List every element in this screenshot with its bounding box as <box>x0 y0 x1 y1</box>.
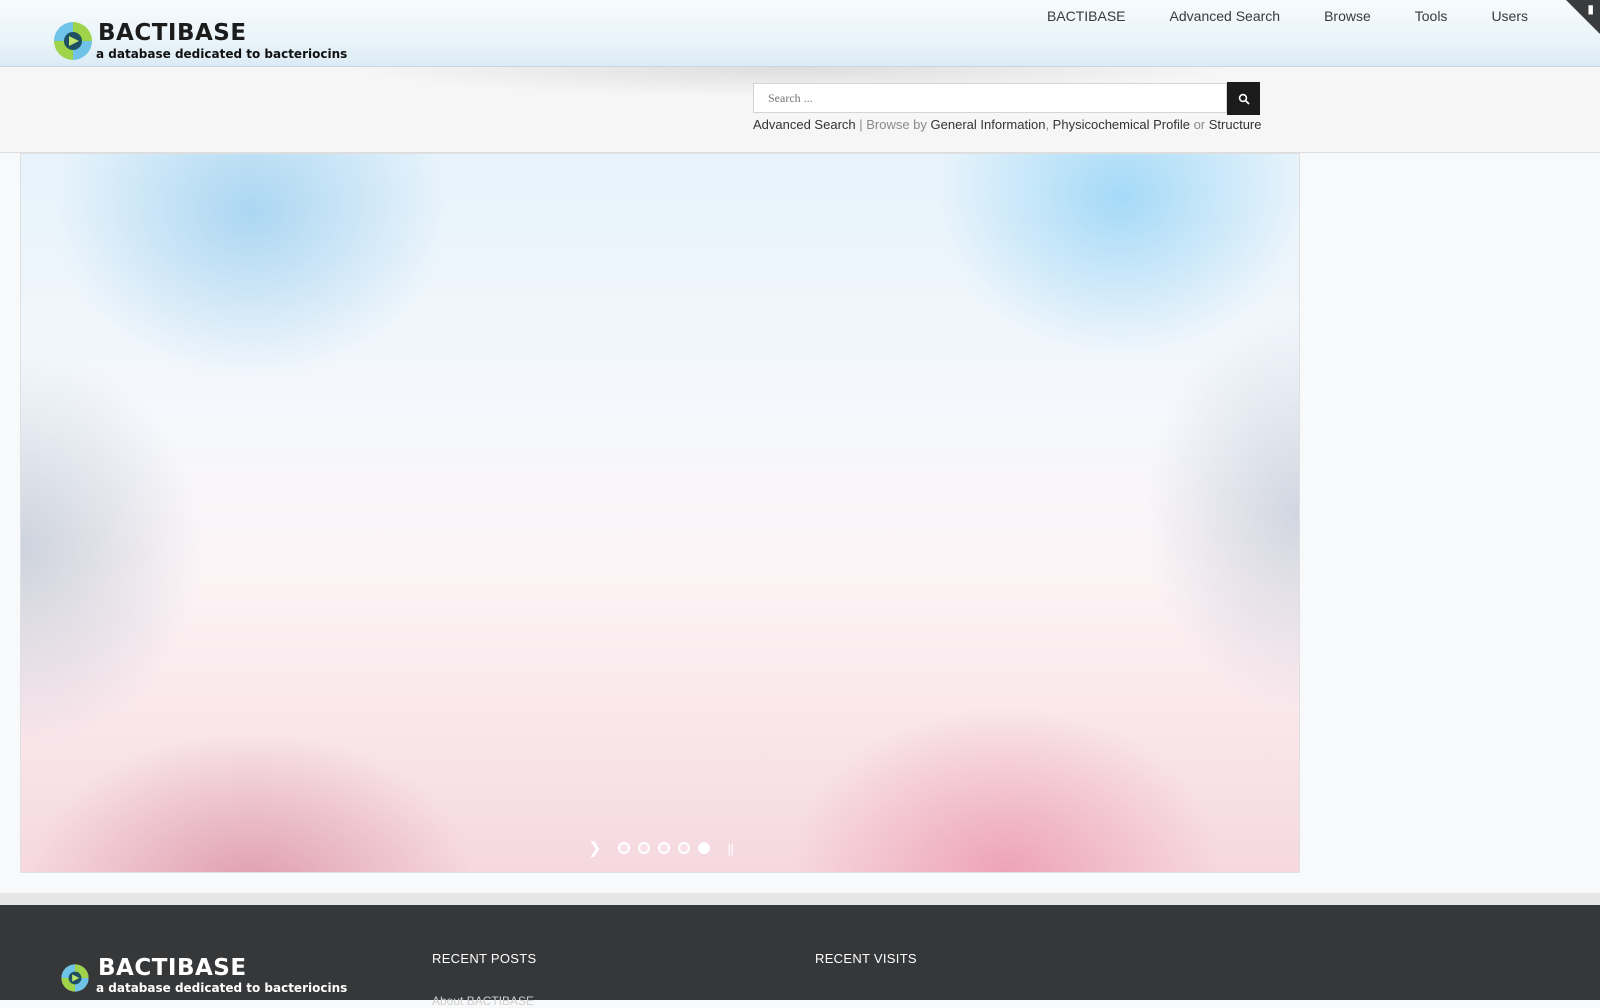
browse-structure-link[interactable]: Structure <box>1209 117 1262 132</box>
search-button[interactable] <box>1227 82 1260 115</box>
main-nav: BACTIBASE Advanced Search Browse Tools U… <box>1025 8 1550 24</box>
footer-logo[interactable]: BACTIBASE a database dedicated to bacter… <box>60 955 347 1001</box>
browse-or: or <box>1189 117 1209 132</box>
corner-login-tab[interactable] <box>1566 0 1600 34</box>
nav-item-advanced-search[interactable]: Advanced Search <box>1148 8 1303 24</box>
slider-dot-2[interactable] <box>637 842 650 854</box>
nav-item-browse[interactable]: Browse <box>1302 8 1393 24</box>
browse-comma: , <box>1045 117 1053 132</box>
hero-slider: ❯ | | <box>20 153 1300 873</box>
login-icon[interactable]: ▮ <box>1587 2 1594 16</box>
logo-emblem-icon <box>54 22 92 60</box>
slider-dot-1[interactable] <box>617 842 630 854</box>
advanced-search-link[interactable]: Advanced Search <box>753 117 856 132</box>
pause-icon[interactable]: | | <box>728 841 735 856</box>
nav-item-users[interactable]: Users <box>1469 8 1550 24</box>
search-band: Advanced Search | Browse by General Info… <box>0 67 1600 153</box>
search-icon <box>1238 93 1250 105</box>
nav-item-tools[interactable]: Tools <box>1393 8 1470 24</box>
slider-dot-5[interactable] <box>697 842 710 854</box>
browse-links: Advanced Search | Browse by General Info… <box>753 117 1262 132</box>
logo-name: BACTIBASE <box>98 20 247 46</box>
nav-item-bactibase[interactable]: BACTIBASE <box>1025 8 1148 24</box>
logo[interactable]: BACTIBASE a database dedicated to bacter… <box>52 18 347 64</box>
chevron-right-icon[interactable]: ❯ <box>588 838 601 858</box>
slider-controls: ❯ | | <box>21 838 1299 858</box>
search-bar <box>753 82 1260 115</box>
recent-posts-title: RECENT POSTS <box>432 951 537 966</box>
footer-separator <box>0 893 1600 905</box>
footer: BACTIBASE a database dedicated to bacter… <box>0 905 1600 1008</box>
top-header: BACTIBASE a database dedicated to bacter… <box>0 0 1600 67</box>
recent-visits-title: RECENT VISITS <box>815 951 917 966</box>
slider-dot-4[interactable] <box>677 842 690 854</box>
slider-dot-3[interactable] <box>657 842 670 854</box>
recent-post-link[interactable]: About BACTIBASE <box>432 994 534 1008</box>
footer-logo-emblem-icon <box>61 964 89 992</box>
footer-logo-tagline: a database dedicated to bacteriocins <box>96 981 348 995</box>
browse-separator: | Browse by <box>855 117 931 132</box>
browse-general-link[interactable]: General Information <box>931 117 1046 132</box>
browse-physicochemical-link[interactable]: Physicochemical Profile <box>1053 117 1190 132</box>
footer-logo-name: BACTIBASE <box>98 955 247 981</box>
search-input[interactable] <box>753 83 1227 113</box>
logo-tagline: a database dedicated to bacteriocins <box>96 47 348 61</box>
